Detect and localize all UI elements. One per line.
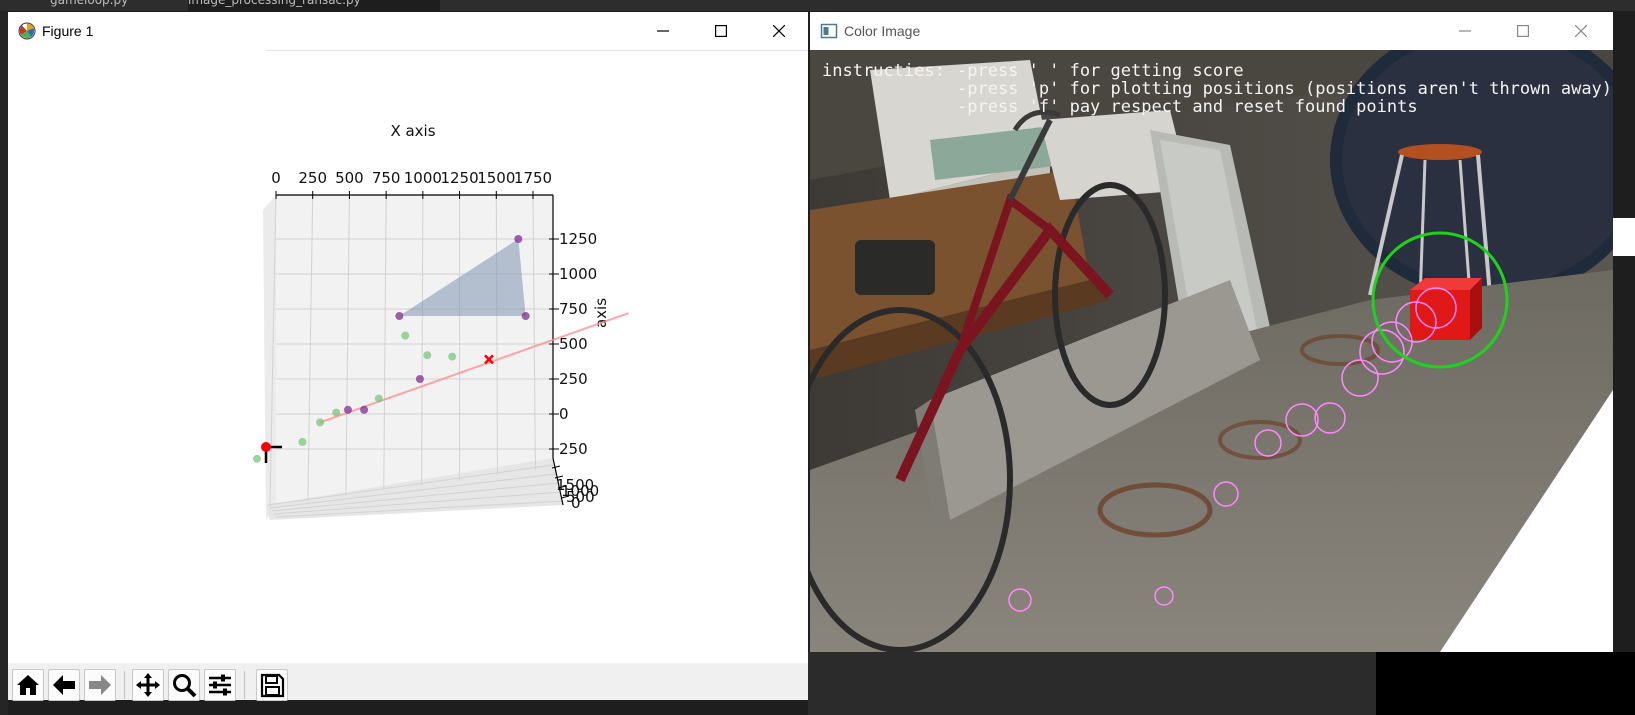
figure-title: Figure 1 [42,23,94,39]
camera-scene [810,50,1613,652]
data-point [395,312,404,320]
data-point [298,438,307,446]
origin-marker [261,442,271,452]
data-point [316,418,325,427]
close-button[interactable] [1552,12,1610,50]
toolbar-separator [244,671,245,699]
minimize-button[interactable] [1436,12,1494,50]
ide-tab-image-processing[interactable]: image_processing_ransac.py [188,0,440,11]
figure-window: Figure 1 X axis axis 0 250 500 750 1000 … [8,12,808,701]
data-point [374,394,383,403]
maximize-button[interactable] [692,12,750,50]
figure-toolbar [8,663,808,701]
ide-side-panel [0,11,8,715]
back-button[interactable] [48,669,80,701]
maximize-icon [1517,25,1529,37]
x-tick-label: 1000 [404,169,442,187]
matplotlib-icon [18,22,36,40]
z-tick-label: 1250 [559,230,597,248]
window-app-icon [820,23,838,39]
forward-arrow-icon [89,675,111,695]
z-tick-label: 750 [559,300,588,318]
z-tick-label: 0 [559,405,569,423]
x-tick-label: 0 [271,169,281,187]
data-point [252,454,261,463]
x-tick-label: 250 [298,169,327,187]
minimize-button[interactable] [634,12,692,50]
ide-terminal-area [1376,652,1635,715]
close-icon [1575,25,1587,37]
home-button[interactable] [12,669,44,701]
zoom-button[interactable] [168,669,200,701]
minimize-icon [657,30,669,32]
z-tick-label: 1000 [559,265,597,283]
data-point [448,352,457,361]
data-point [521,312,530,320]
configure-subplots-button[interactable] [204,669,236,701]
close-button[interactable] [750,12,808,50]
color-image-title-bar[interactable]: Color Image [810,12,1613,50]
color-image-window: Color Image instructies: -press ' ' for … [810,12,1613,652]
ide-tab-bar: gameloop.py image_processing_ransac.py [0,0,1635,11]
save-icon [260,673,285,698]
y-tick-label: 0 [571,494,581,512]
pan-button[interactable] [132,669,164,701]
ide-tab-gameloop[interactable]: gameloop.py [50,0,128,11]
3d-scatter-plot: X axis axis 0 250 500 750 1000125015001750 1… [252,50,808,520]
x-tick-label: 1250 [440,169,478,187]
forward-button[interactable] [84,669,116,701]
home-icon [17,675,39,695]
close-icon [773,25,785,37]
maximize-button[interactable] [1494,12,1552,50]
instruction-line-2: -press 'p' for plotting positions (posit… [957,79,1613,99]
figure-title-bar[interactable]: Figure 1 [8,12,808,50]
x-tick-label: 750 [372,169,401,187]
color-image-title: Color Image [844,23,921,39]
minimize-icon [1459,30,1471,32]
z-tick-label: 250 [559,440,588,458]
maximize-icon [715,25,727,37]
z-tick-label: 250 [559,370,588,388]
data-point [343,405,352,414]
data-point [514,235,523,243]
toolbar-separator [124,671,125,699]
z-tick-label: 500 [559,335,588,353]
x-tick-label: 500 [335,169,364,187]
camera-image[interactable]: instructies: -press ' ' for getting scor… [810,50,1613,652]
data-point [415,375,424,383]
data-point [360,405,369,414]
zoom-icon [173,674,197,698]
data-point [401,331,410,340]
save-button[interactable] [256,669,288,701]
pan-icon [136,673,160,697]
plot-canvas[interactable]: X axis axis 0 250 500 750 1000 1250 1500 1750 1… [8,50,808,663]
x-tick-label: 1500 [477,169,515,187]
ide-editor-area [808,652,1376,715]
configure-subplots-icon [209,674,231,696]
instruction-line-1: -press ' ' for getting score [957,61,1244,81]
data-point [332,408,341,417]
x-tick-label: 1750 [514,169,552,187]
ide-white-panel [1612,218,1635,256]
back-arrow-icon [53,675,75,695]
instruction-line-3: -press 'f' pay respect and reset found p… [957,97,1418,117]
data-point [423,351,432,360]
instructions-label: instructies: [822,61,945,81]
x-axis-label: X axis [390,122,435,140]
